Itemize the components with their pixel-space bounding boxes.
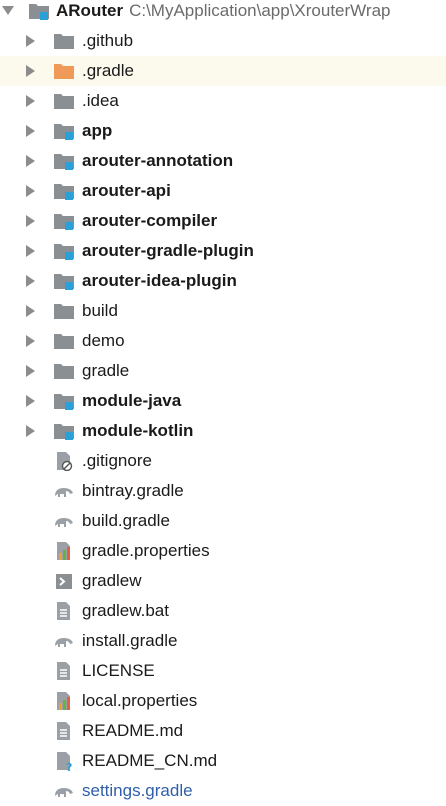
tree-item[interactable]: .gradle bbox=[0, 56, 446, 86]
module-folder-icon bbox=[54, 394, 74, 410]
expand-arrow-icon[interactable] bbox=[26, 65, 35, 77]
expand-arrow-icon[interactable] bbox=[26, 155, 35, 167]
properties-file-icon bbox=[57, 692, 70, 710]
module-folder-icon bbox=[54, 424, 74, 440]
tree-item-label: README.md bbox=[82, 721, 184, 740]
tree-item-label: build bbox=[82, 301, 118, 320]
module-folder-icon bbox=[54, 184, 74, 200]
tree-item-label: arouter-idea-plugin bbox=[82, 271, 237, 290]
expand-arrow-icon[interactable] bbox=[26, 335, 35, 347]
tree-item-label: build.gradle bbox=[82, 511, 170, 530]
expand-arrow-icon[interactable] bbox=[26, 275, 35, 287]
gradle-elephant-icon bbox=[55, 788, 73, 797]
tree-item[interactable]: build bbox=[0, 296, 446, 326]
tree-item-label: gradlew bbox=[82, 571, 142, 590]
expand-arrow-icon[interactable] bbox=[26, 35, 35, 47]
tree-item[interactable]: arouter-compiler bbox=[0, 206, 446, 236]
tree-item-label: gradle.properties bbox=[82, 541, 210, 560]
expand-arrow-icon[interactable] bbox=[26, 215, 35, 227]
tree-item[interactable]: gradle bbox=[0, 356, 446, 386]
tree-item-label: gradlew.bat bbox=[82, 601, 169, 620]
root-name: ARouter bbox=[56, 1, 124, 20]
svg-text:?: ? bbox=[66, 761, 72, 771]
expand-arrow-icon[interactable] bbox=[26, 395, 35, 407]
expand-arrow-icon[interactable] bbox=[26, 95, 35, 107]
expand-arrow-icon[interactable] bbox=[26, 305, 35, 317]
unknown-file-icon: ? bbox=[57, 752, 72, 771]
gradle-elephant-icon bbox=[55, 488, 73, 497]
folder-icon bbox=[54, 64, 74, 79]
tree-item[interactable]: arouter-idea-plugin bbox=[0, 266, 446, 296]
expand-arrow-icon[interactable] bbox=[26, 185, 35, 197]
tree-item[interactable]: app bbox=[0, 116, 446, 146]
tree-item-label: LICENSE bbox=[82, 661, 155, 680]
text-file-icon bbox=[57, 722, 70, 740]
tree-item[interactable]: arouter-annotation bbox=[0, 146, 446, 176]
expand-arrow-icon[interactable] bbox=[2, 6, 14, 15]
module-folder-icon bbox=[54, 124, 74, 140]
text-file-icon bbox=[57, 662, 70, 680]
tree-item-label: gradle bbox=[82, 361, 130, 380]
tree-item[interactable]: gradlew bbox=[0, 566, 446, 596]
folder-icon bbox=[54, 34, 74, 49]
expand-arrow-icon[interactable] bbox=[26, 365, 35, 377]
tree-item-label: .idea bbox=[82, 91, 119, 110]
tree-item[interactable]: module-java bbox=[0, 386, 446, 416]
tree-item[interactable]: demo bbox=[0, 326, 446, 356]
tree-item-label: arouter-api bbox=[82, 181, 171, 200]
tree-item-label: arouter-annotation bbox=[82, 151, 234, 170]
tree-item[interactable]: gradlew.bat bbox=[0, 596, 446, 626]
tree-item[interactable]: .gitignore bbox=[0, 446, 446, 476]
tree-root-row[interactable]: ARouter C:\MyApplication\app\XrouterWrap bbox=[0, 0, 446, 26]
tree-item-label: app bbox=[82, 121, 113, 140]
tree-item[interactable]: local.properties bbox=[0, 686, 446, 716]
tree-item-label: bintray.gradle bbox=[82, 481, 184, 500]
gitignore-file-icon bbox=[57, 452, 73, 471]
tree-item-label: arouter-gradle-plugin bbox=[82, 241, 254, 260]
tree-item-label: README_CN.md bbox=[82, 751, 218, 770]
expand-arrow-icon[interactable] bbox=[26, 245, 35, 257]
root-label: ARouter C:\MyApplication\app\XrouterWrap bbox=[56, 0, 390, 26]
gradle-elephant-icon bbox=[55, 518, 73, 527]
text-file-icon bbox=[57, 602, 70, 620]
tree-item[interactable]: arouter-gradle-plugin bbox=[0, 236, 446, 266]
tree-item[interactable]: arouter-api bbox=[0, 176, 446, 206]
expand-arrow-icon[interactable] bbox=[26, 425, 35, 437]
tree-item-label: .gradle bbox=[82, 61, 134, 80]
shell-script-icon bbox=[56, 574, 72, 589]
folder-icon bbox=[54, 94, 74, 109]
tree-item[interactable]: gradle.properties bbox=[0, 536, 446, 566]
tree-item-label: arouter-compiler bbox=[82, 211, 218, 230]
tree-item[interactable]: README.md bbox=[0, 716, 446, 746]
tree-item[interactable]: .github bbox=[0, 26, 446, 56]
module-folder-icon bbox=[54, 244, 74, 260]
folder-icon bbox=[54, 304, 74, 319]
tree-item[interactable]: bintray.gradle bbox=[0, 476, 446, 506]
tree-item-label: .gitignore bbox=[82, 451, 152, 470]
tree-item-label: demo bbox=[82, 331, 125, 350]
module-folder-icon bbox=[54, 214, 74, 230]
tree-item-label: local.properties bbox=[82, 691, 198, 710]
folder-icon bbox=[54, 334, 74, 349]
module-folder-icon bbox=[29, 4, 49, 20]
tree-item[interactable]: build.gradle bbox=[0, 506, 446, 536]
tree-item-label: .github bbox=[82, 31, 134, 50]
project-tree: ARouter C:\MyApplication\app\XrouterWrap … bbox=[0, 0, 446, 802]
tree-item[interactable]: LICENSE bbox=[0, 656, 446, 686]
module-folder-icon bbox=[54, 274, 74, 290]
expand-arrow-icon[interactable] bbox=[26, 125, 35, 137]
tree-item-label: install.gradle bbox=[82, 631, 178, 650]
folder-icon bbox=[54, 364, 74, 379]
tree-item-label: module-java bbox=[82, 391, 182, 410]
tree-item-label: module-kotlin bbox=[82, 421, 194, 440]
tree-item[interactable]: module-kotlin bbox=[0, 416, 446, 446]
tree-item[interactable]: ? README_CN.md bbox=[0, 746, 446, 776]
tree-item[interactable]: install.gradle bbox=[0, 626, 446, 656]
properties-file-icon bbox=[57, 542, 70, 560]
root-path: C:\MyApplication\app\XrouterWrap bbox=[129, 1, 391, 20]
gradle-elephant-icon bbox=[55, 638, 73, 647]
tree-item[interactable]: .idea bbox=[0, 86, 446, 116]
module-folder-icon bbox=[54, 154, 74, 170]
